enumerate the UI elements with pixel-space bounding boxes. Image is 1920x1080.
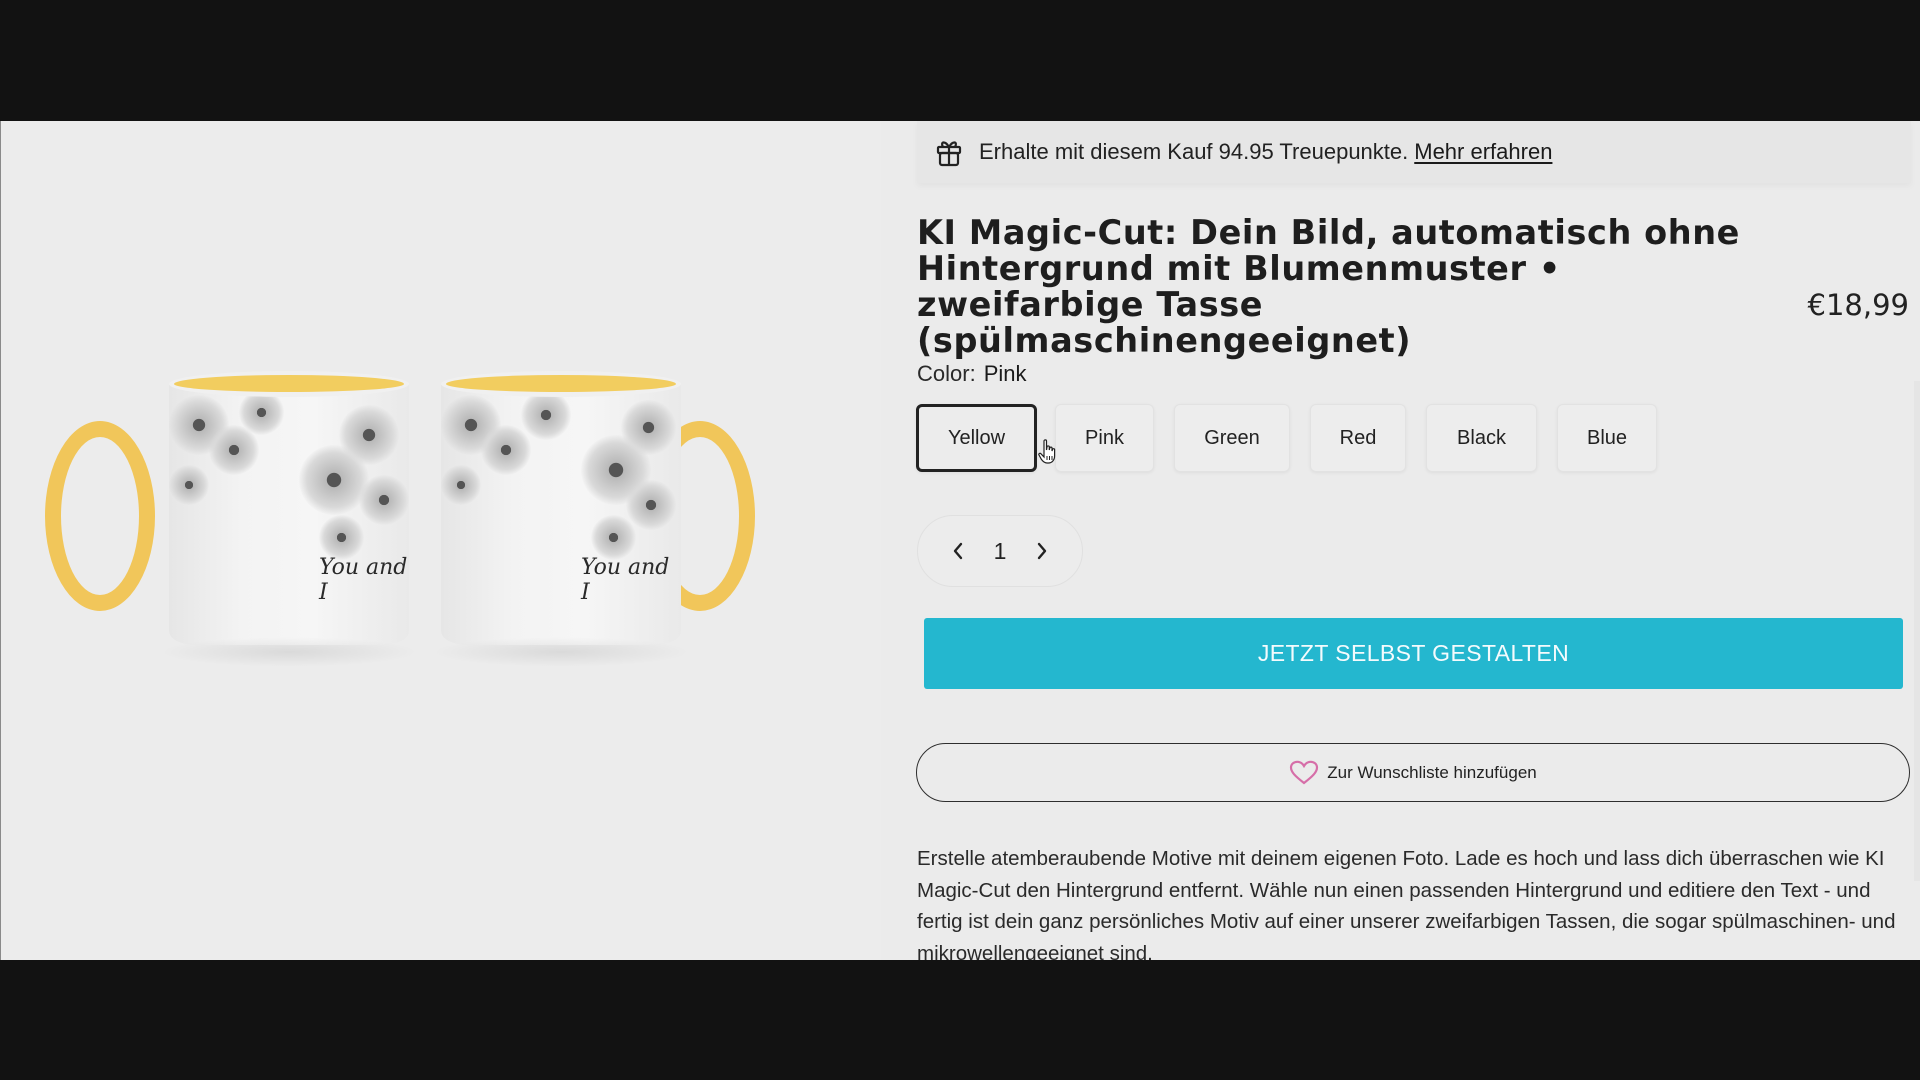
product-title: KI Magic-Cut: Dein Bild, automatisch ohn… [917, 213, 1740, 360]
quantity-stepper: 1 [917, 515, 1083, 587]
mug-body: You and I [441, 385, 681, 645]
mug-handle [45, 421, 155, 611]
product-details: Erhalte mit diesem Kauf 94.95 Treuepunkt… [916, 121, 1916, 960]
quantity-decrement-button[interactable] [948, 539, 968, 563]
product-price: €18,99 [1807, 288, 1909, 322]
product-image: You and I You and I [21, 351, 821, 667]
color-label: Color: [917, 361, 976, 386]
color-selection-label: Color: Pink [917, 361, 1026, 387]
video-letterbox-top [0, 0, 1920, 121]
mug-left: You and I [45, 371, 419, 667]
gift-icon [935, 137, 963, 167]
floral-pattern [441, 385, 681, 565]
color-selected-value: Pink [983, 361, 1027, 386]
learn-more-link[interactable]: Mehr erfahren [1414, 139, 1552, 165]
mug-script-text: You and I [581, 555, 670, 605]
color-option-pink[interactable]: Pink [1055, 404, 1154, 472]
video-letterbox-bottom [0, 960, 1920, 1080]
quantity-value[interactable]: 1 [994, 538, 1007, 565]
add-to-wishlist-button[interactable]: Zur Wunschliste hinzufügen [916, 743, 1910, 802]
mug-body: You and I [169, 385, 409, 645]
color-options: Yellow Pink Green Red Black Blue [916, 404, 1677, 472]
product-description: Erstelle atemberaubende Motive mit deine… [917, 847, 1896, 960]
product-gallery[interactable]: You and I You and I [1, 121, 881, 960]
mug-rim [169, 371, 409, 397]
color-option-green[interactable]: Green [1174, 404, 1290, 472]
quantity-increment-button[interactable] [1032, 539, 1052, 563]
color-option-yellow[interactable]: Yellow [916, 404, 1037, 472]
loyalty-banner: Erhalte mit diesem Kauf 94.95 Treuepunkt… [917, 121, 1911, 183]
chevron-right-icon [1037, 542, 1047, 560]
floral-pattern [169, 385, 409, 565]
customize-now-button[interactable]: JETZT SELBST GESTALTEN [924, 618, 1903, 689]
color-option-blue[interactable]: Blue [1557, 404, 1657, 472]
scrollbar-track[interactable] [1914, 381, 1920, 881]
mug-rim [441, 371, 681, 397]
mug-right: You and I [431, 371, 755, 667]
chevron-left-icon [953, 542, 963, 560]
heart-icon [1289, 760, 1319, 786]
color-option-black[interactable]: Black [1426, 404, 1537, 472]
mug-script-text: You and I [319, 555, 408, 605]
loyalty-text: Erhalte mit diesem Kauf 94.95 Treuepunkt… [979, 139, 1409, 164]
wishlist-label: Zur Wunschliste hinzufügen [1327, 762, 1537, 782]
product-page: You and I You and I Erhalte mit diesem K… [0, 121, 1920, 960]
color-option-red[interactable]: Red [1310, 404, 1406, 472]
